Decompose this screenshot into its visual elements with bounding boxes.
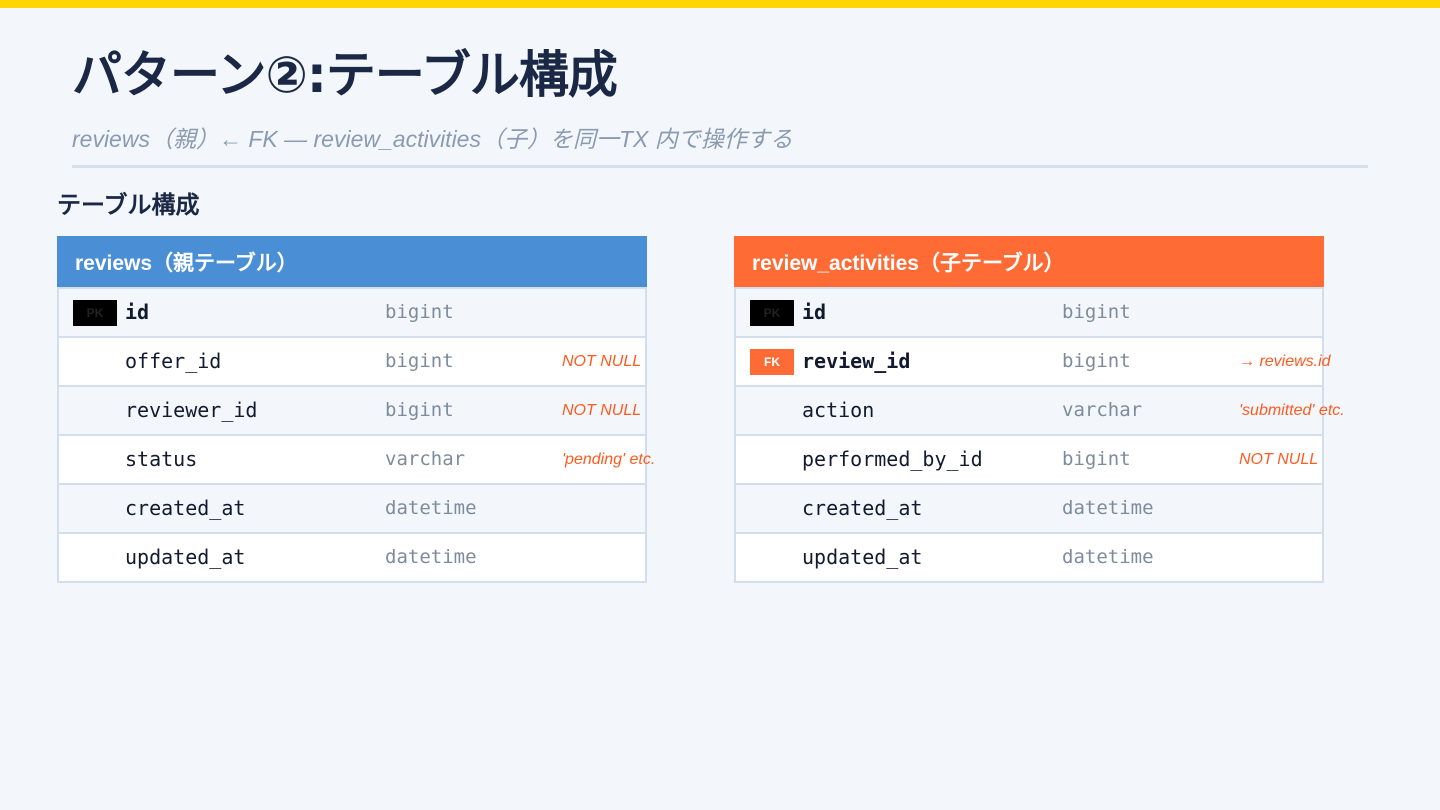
table-row: action varchar 'submitted' etc. <box>736 385 1345 434</box>
pk-badge: PK <box>73 300 117 326</box>
column-name: performed_by_id <box>802 447 983 471</box>
column-name: created_at <box>802 496 923 520</box>
table-row: FK review_id bigint → reviews.id <box>736 336 1331 385</box>
column-type: bigint <box>385 350 454 372</box>
column-name: id <box>802 300 827 324</box>
column-name: reviewer_id <box>125 398 258 422</box>
column-name: updated_at <box>802 545 923 569</box>
column-name: action <box>802 398 875 422</box>
column-note: 'pending' etc. <box>562 451 656 468</box>
section-heading: テーブル構成 <box>57 191 200 219</box>
pk-badge: PK <box>750 300 794 326</box>
column-type: bigint <box>385 399 454 421</box>
table-row: PK id bigint <box>59 287 645 336</box>
table-row: updated_at datetime <box>59 532 645 581</box>
table-row: performed_by_id bigint NOT NULL <box>736 434 1322 483</box>
column-name: updated_at <box>125 545 246 569</box>
column-type: datetime <box>1062 546 1154 568</box>
parent-table: reviews（親テーブル） PK id bigint offer_id big… <box>57 236 655 583</box>
column-type: varchar <box>1062 399 1143 421</box>
column-type: datetime <box>385 497 477 519</box>
parent-table-header: reviews（親テーブル） <box>57 236 647 287</box>
fk-badge: FK <box>750 349 794 375</box>
column-note: 'submitted' etc. <box>1239 402 1345 419</box>
column-name: created_at <box>125 496 246 520</box>
title-divider <box>72 165 1368 168</box>
column-type: datetime <box>385 546 477 568</box>
column-type: bigint <box>1062 448 1131 470</box>
table-row: reviewer_id bigint NOT NULL <box>59 385 645 434</box>
column-type: varchar <box>385 448 466 470</box>
column-name: status <box>125 447 198 471</box>
column-type: bigint <box>385 301 454 323</box>
column-name: offer_id <box>125 349 222 373</box>
slide-title: パターン②:テーブル構成 <box>72 46 618 104</box>
slide-subtitle: reviews（親）← FK — review_activities（子）を同一… <box>72 126 793 152</box>
table-row: status varchar 'pending' etc. <box>59 434 655 483</box>
column-name: id <box>125 300 150 324</box>
column-note: NOT NULL <box>1239 451 1319 468</box>
table-row: created_at datetime <box>736 483 1322 532</box>
table-row: created_at datetime <box>59 483 645 532</box>
column-note: → reviews.id <box>1239 353 1331 370</box>
table-row: offer_id bigint NOT NULL <box>59 336 645 385</box>
column-type: bigint <box>1062 301 1131 323</box>
table-row: updated_at datetime <box>736 532 1322 581</box>
top-accent-bar <box>0 0 1440 8</box>
column-note: NOT NULL <box>562 353 642 370</box>
column-type: datetime <box>1062 497 1154 519</box>
column-type: bigint <box>1062 350 1131 372</box>
column-name: review_id <box>802 349 911 373</box>
child-table: review_activities（子テーブル） PK id bigint FK… <box>734 236 1345 583</box>
child-table-header: review_activities（子テーブル） <box>734 236 1324 287</box>
table-row: PK id bigint <box>736 287 1322 336</box>
column-note: NOT NULL <box>562 402 642 419</box>
